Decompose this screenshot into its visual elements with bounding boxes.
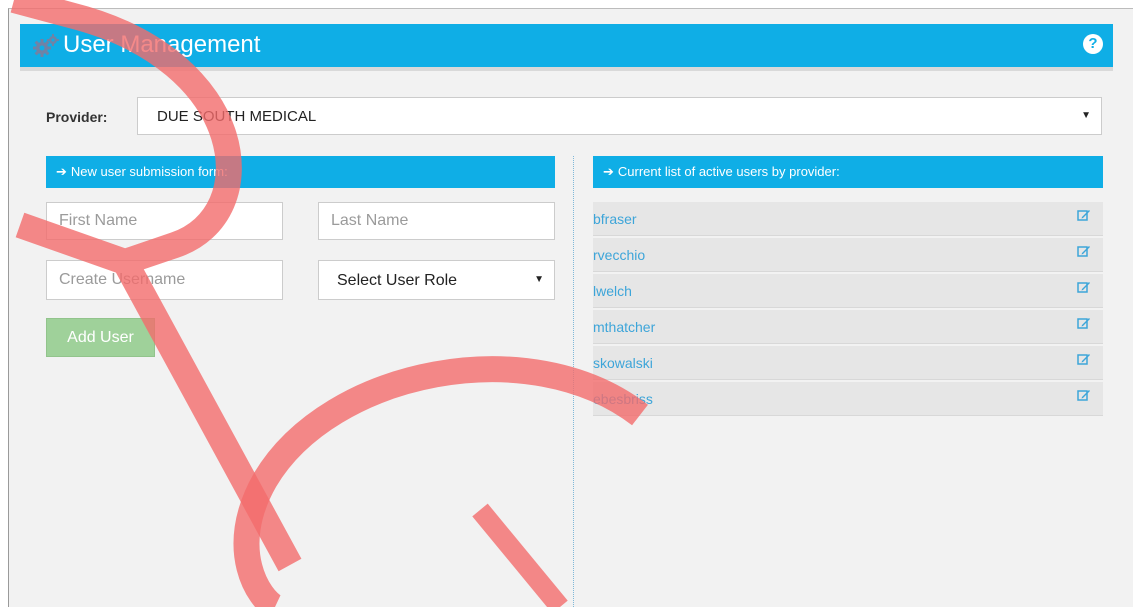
user-role-select[interactable]: Select User Role ▼ — [318, 260, 555, 300]
user-row: ebesbriss — [593, 382, 1103, 416]
user-link[interactable]: ebesbriss — [593, 391, 653, 407]
user-role-selected-value: Select User Role — [337, 272, 458, 289]
first-name-input[interactable] — [46, 202, 283, 240]
user-row: mthatcher — [593, 310, 1103, 344]
edit-icon[interactable] — [1077, 352, 1091, 366]
user-link[interactable]: lwelch — [593, 283, 632, 299]
edit-icon[interactable] — [1077, 244, 1091, 258]
user-link[interactable]: mthatcher — [593, 319, 655, 335]
user-link[interactable]: rvecchio — [593, 247, 645, 263]
active-users-list: bfraser rvecchio lwelch mthatcher skowal… — [593, 202, 1103, 418]
active-users-heading: ➔ Current list of active users by provide… — [593, 156, 1103, 188]
user-row: rvecchio — [593, 238, 1103, 272]
arrow-right-icon: ➔ — [56, 164, 67, 179]
provider-label: Provider: — [46, 109, 108, 125]
arrow-right-icon: ➔ — [603, 164, 614, 179]
chevron-down-icon: ▼ — [1081, 110, 1091, 121]
page-header: User Management ? — [20, 24, 1113, 71]
user-row: skowalski — [593, 346, 1103, 380]
edit-icon[interactable] — [1077, 388, 1091, 402]
active-users-heading-text: Current list of active users by provider… — [617, 164, 840, 179]
username-input[interactable] — [46, 260, 283, 300]
help-icon[interactable]: ? — [1083, 34, 1103, 54]
add-user-button[interactable]: Add User — [46, 318, 155, 357]
page-title: User Management — [63, 31, 261, 58]
user-link[interactable]: bfraser — [593, 211, 637, 227]
user-row: bfraser — [593, 202, 1103, 236]
provider-selected-value: DUE SOUTH MEDICAL — [157, 108, 317, 125]
edit-icon[interactable] — [1077, 280, 1091, 294]
last-name-input[interactable] — [318, 202, 555, 240]
user-row: lwelch — [593, 274, 1103, 308]
new-user-form-heading: ➔ New user submission form: — [46, 156, 555, 188]
gears-icon — [33, 34, 59, 57]
chevron-down-icon: ▼ — [534, 274, 544, 285]
provider-select[interactable]: DUE SOUTH MEDICAL ▼ — [137, 97, 1102, 135]
panel-divider — [573, 156, 574, 607]
edit-icon[interactable] — [1077, 316, 1091, 330]
new-user-form-heading-text: New user submission form: — [70, 164, 228, 179]
edit-icon[interactable] — [1077, 208, 1091, 222]
user-link[interactable]: skowalski — [593, 355, 653, 371]
